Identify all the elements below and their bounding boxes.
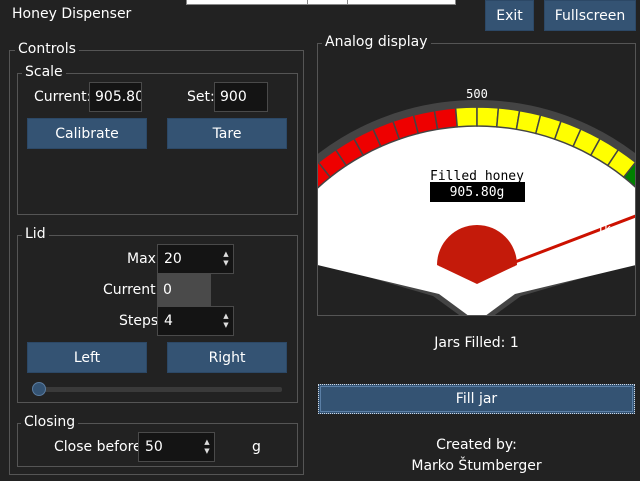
spin-arrows-icon[interactable]: ▲ ▼ bbox=[219, 307, 233, 335]
gauge-segment bbox=[476, 106, 500, 128]
close-before-value: 50 bbox=[145, 439, 163, 455]
scale-set-label: Set: bbox=[187, 89, 215, 105]
gauge-segment bbox=[495, 107, 521, 131]
lid-slider-track[interactable] bbox=[34, 387, 282, 392]
fill-jar-button[interactable]: Fill jar bbox=[318, 384, 635, 414]
gauge-segment bbox=[433, 107, 459, 131]
top-text-field[interactable] bbox=[186, 0, 456, 5]
lid-current-label: Current: bbox=[103, 282, 161, 298]
close-before-label: Close before bbox=[54, 439, 142, 455]
tare-button[interactable]: Tare bbox=[167, 118, 287, 149]
credits-line2: Marko Štumberger bbox=[411, 458, 542, 474]
gauge-graphic bbox=[318, 100, 635, 315]
jars-filled-status: Jars Filled: 1 bbox=[434, 335, 519, 351]
gauge-tick-min-label: 0 bbox=[346, 222, 353, 236]
lid-steps-value: 4 bbox=[164, 313, 173, 329]
calibrate-button[interactable]: Calibrate bbox=[27, 118, 147, 149]
lid-slider-handle[interactable] bbox=[32, 382, 46, 396]
lid-current-field[interactable]: 0 bbox=[157, 274, 211, 306]
gauge: 500 0 1k Filled honey 905.80g bbox=[318, 87, 635, 315]
lid-max-spinbox[interactable]: 20 ▲ ▼ bbox=[157, 244, 234, 274]
fullscreen-button[interactable]: Fullscreen bbox=[544, 0, 636, 31]
window-title: Honey Dispenser bbox=[12, 6, 132, 22]
scale-current-label: Current: bbox=[34, 89, 92, 105]
close-before-spinbox[interactable]: 50 ▲ ▼ bbox=[138, 432, 215, 462]
gauge-segment bbox=[454, 106, 478, 128]
spin-arrows-icon[interactable]: ▲ ▼ bbox=[200, 433, 214, 461]
close-before-unit: g bbox=[252, 439, 261, 455]
lid-max-label: Max bbox=[127, 251, 156, 267]
lid-steps-spinbox[interactable]: 4 ▲ ▼ bbox=[157, 306, 234, 336]
exit-button[interactable]: Exit bbox=[485, 0, 534, 31]
gauge-tick-max-label: 1k bbox=[597, 222, 612, 236]
scale-group-title: Scale bbox=[22, 64, 66, 80]
scale-current-field[interactable]: 905.80 bbox=[89, 82, 142, 112]
controls-group-title: Controls bbox=[15, 41, 79, 57]
closing-group-title: Closing bbox=[21, 414, 79, 430]
credits-line1: Created by: bbox=[436, 437, 517, 453]
lid-left-button[interactable]: Left bbox=[27, 342, 147, 373]
lid-group-title: Lid bbox=[22, 226, 49, 242]
gauge-label: Filled honey bbox=[430, 169, 524, 184]
lid-steps-label: Steps bbox=[119, 313, 159, 329]
lid-max-value: 20 bbox=[164, 251, 182, 267]
gauge-tick-mid-label: 500 bbox=[466, 87, 488, 101]
lid-right-button[interactable]: Right bbox=[167, 342, 287, 373]
spin-arrows-icon[interactable]: ▲ ▼ bbox=[219, 245, 233, 273]
gauge-readout: 905.80g bbox=[450, 185, 505, 200]
scale-set-field[interactable]: 900 bbox=[214, 82, 268, 112]
gauge-segment bbox=[412, 109, 439, 135]
